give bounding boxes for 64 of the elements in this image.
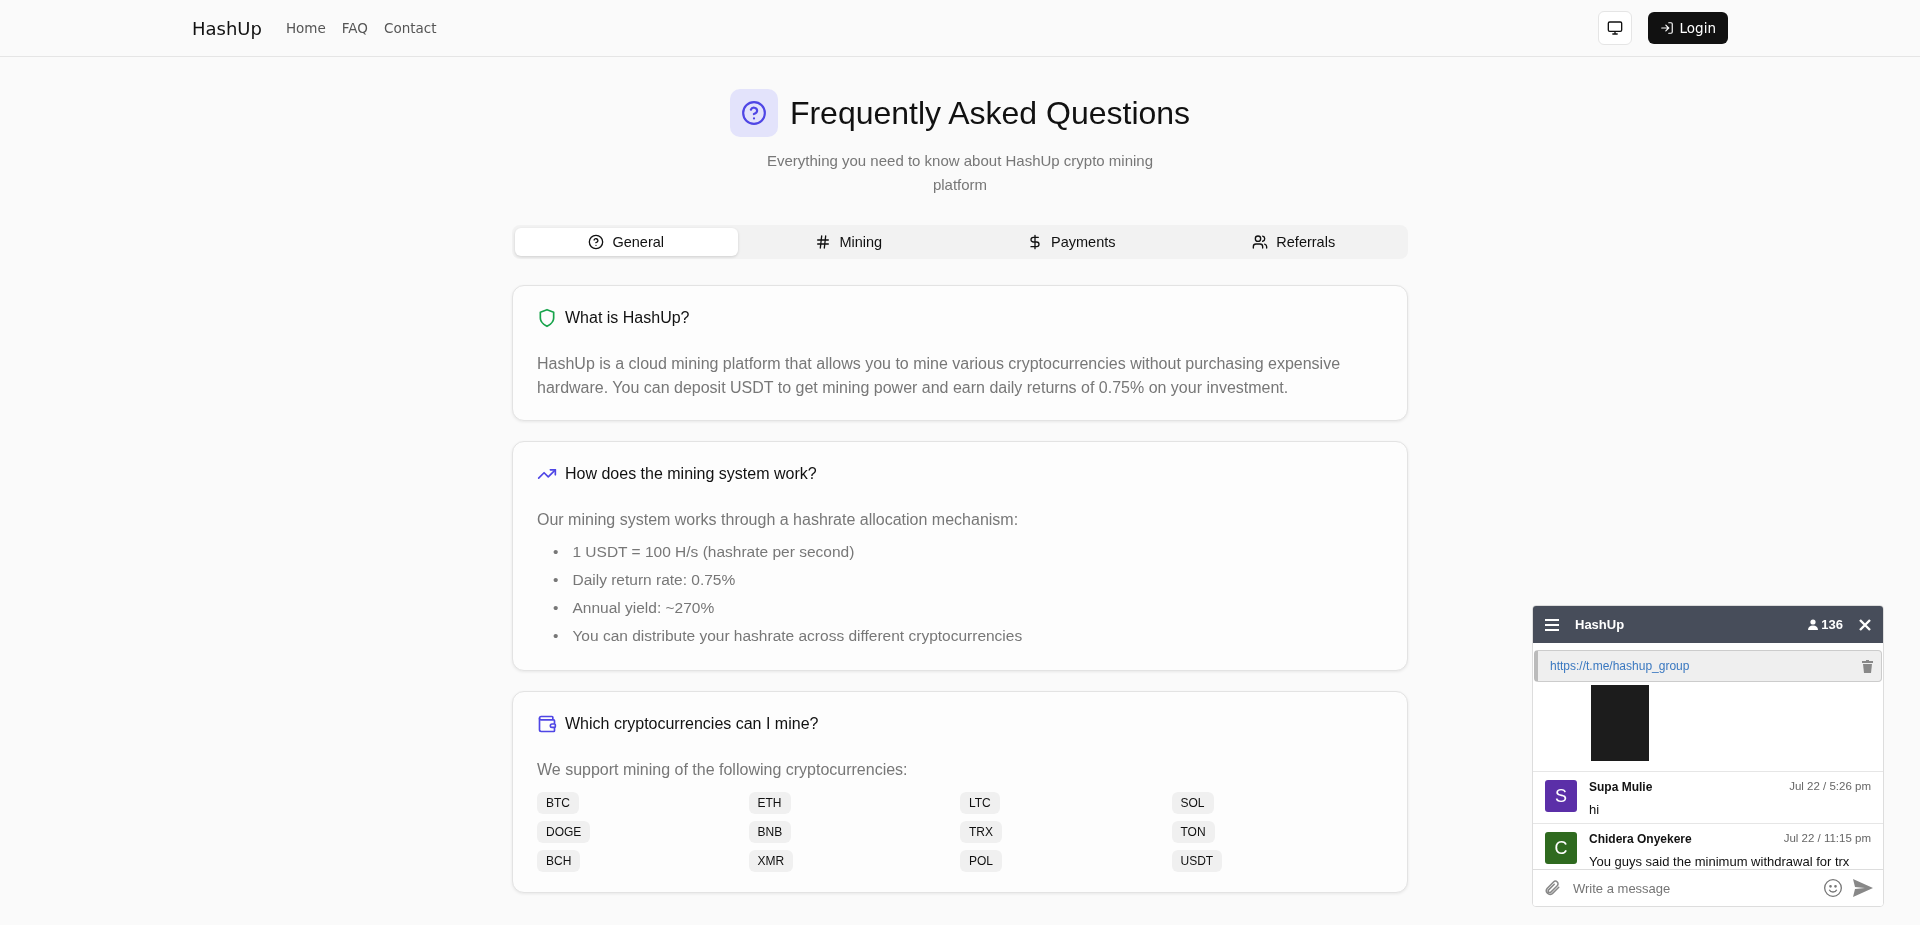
- message-time: Jul 22 / 11:15 pm: [1783, 832, 1871, 846]
- crypto-tag: POL: [960, 850, 1002, 872]
- crypto-tag: BCH: [537, 850, 581, 872]
- crypto-tag: SOL: [1171, 792, 1214, 814]
- nav-link[interactable]: Contact: [384, 20, 437, 36]
- author-name: Supa Mulie: [1589, 780, 1653, 794]
- crypto-tag: DOGE: [537, 821, 591, 843]
- page-title: Frequently Asked Questions: [789, 94, 1191, 132]
- bullet-item: Daily return rate: 0.75%: [572, 570, 736, 590]
- avatar: S: [1545, 780, 1577, 812]
- tab[interactable]: Mining: [737, 228, 960, 256]
- crypto-tag: LTC: [960, 792, 1000, 814]
- bullet-marker: •: [553, 598, 559, 618]
- chat-title: HashUp: [1575, 617, 1626, 632]
- message-time: Jul 22 / 5:26 pm: [1789, 780, 1871, 794]
- tab[interactable]: Payments: [960, 228, 1183, 256]
- author-name: Chidera Onyekere: [1589, 832, 1692, 846]
- faq-question: How does the mining system work?: [565, 465, 817, 483]
- paperclip-icon[interactable]: [1543, 879, 1561, 897]
- message-text: hi: [1589, 802, 1601, 817]
- crypto-tag: TRX: [960, 821, 1002, 843]
- bullet-item: You can distribute your hashrate across different cryptocurrencies: [572, 626, 1023, 646]
- login-button[interactable]: Login: [1647, 12, 1728, 44]
- users-icon: [1252, 234, 1269, 250]
- faq-answer: HashUp is a cloud mining platform that allows you to mine various cryptocurrencies without purchasing expensive hardware. You can deposit USDT to get mining power and earn daily returns of 0.75% on your investment.: [537, 354, 1342, 398]
- nav-link[interactable]: FAQ: [341, 20, 368, 36]
- login-icon: [1659, 21, 1674, 35]
- crypto-tag: TON: [1171, 821, 1215, 843]
- crypto-tag: BNB: [748, 821, 792, 843]
- crypto-tag: USDT: [1171, 850, 1223, 872]
- tab[interactable]: General: [515, 228, 738, 256]
- member-count: 136: [1821, 617, 1843, 632]
- bullet-marker: •: [553, 570, 559, 590]
- user-icon: [1808, 619, 1819, 630]
- bullet-marker: •: [553, 542, 559, 562]
- send-icon[interactable]: [1853, 879, 1873, 897]
- faq-question: Which cryptocurrencies can I mine?: [565, 715, 819, 733]
- tab[interactable]: Referrals: [1182, 228, 1405, 256]
- screenshot-thumbnail[interactable]: [1591, 685, 1649, 761]
- crypto-tag: XMR: [748, 850, 794, 872]
- logo-text[interactable]: HashUp: [192, 17, 262, 39]
- monitor-button[interactable]: [1597, 11, 1632, 45]
- crypto-tag: BTC: [537, 792, 579, 814]
- faq-question: What is HashUp?: [565, 309, 690, 327]
- monitor-icon: [1606, 20, 1623, 36]
- crypto-tag: ETH: [748, 792, 791, 814]
- emoji-icon[interactable]: [1823, 878, 1843, 898]
- menu-icon[interactable]: [1545, 618, 1559, 631]
- message-text: You guys said the minimum withdrawal for trx: [1589, 854, 1851, 869]
- faq-answer: We support mining of the following cryptocurrencies:: [537, 760, 909, 780]
- question-icon: [740, 100, 767, 126]
- hash-icon: [815, 234, 832, 250]
- bullet-marker: •: [553, 626, 559, 646]
- dollar-icon: [1027, 234, 1043, 250]
- question-icon: [588, 234, 605, 250]
- pinned-link[interactable]: https://t.me/hashup_group: [1550, 659, 1862, 673]
- bullet-item: Annual yield: ~270%: [572, 598, 715, 618]
- trash-icon[interactable]: [1862, 659, 1873, 673]
- page-subtitle: Everything you need to know about HashUp crypto mining platform: [765, 151, 1155, 195]
- bullet-item: 1 USDT = 100 H/s (hashrate per second): [572, 542, 855, 562]
- faq-answer: Our mining system works through a hashrate allocation mechanism:: [537, 510, 1020, 530]
- nav-link[interactable]: Home: [285, 20, 326, 36]
- avatar: C: [1545, 832, 1577, 864]
- close-icon[interactable]: [1859, 618, 1871, 631]
